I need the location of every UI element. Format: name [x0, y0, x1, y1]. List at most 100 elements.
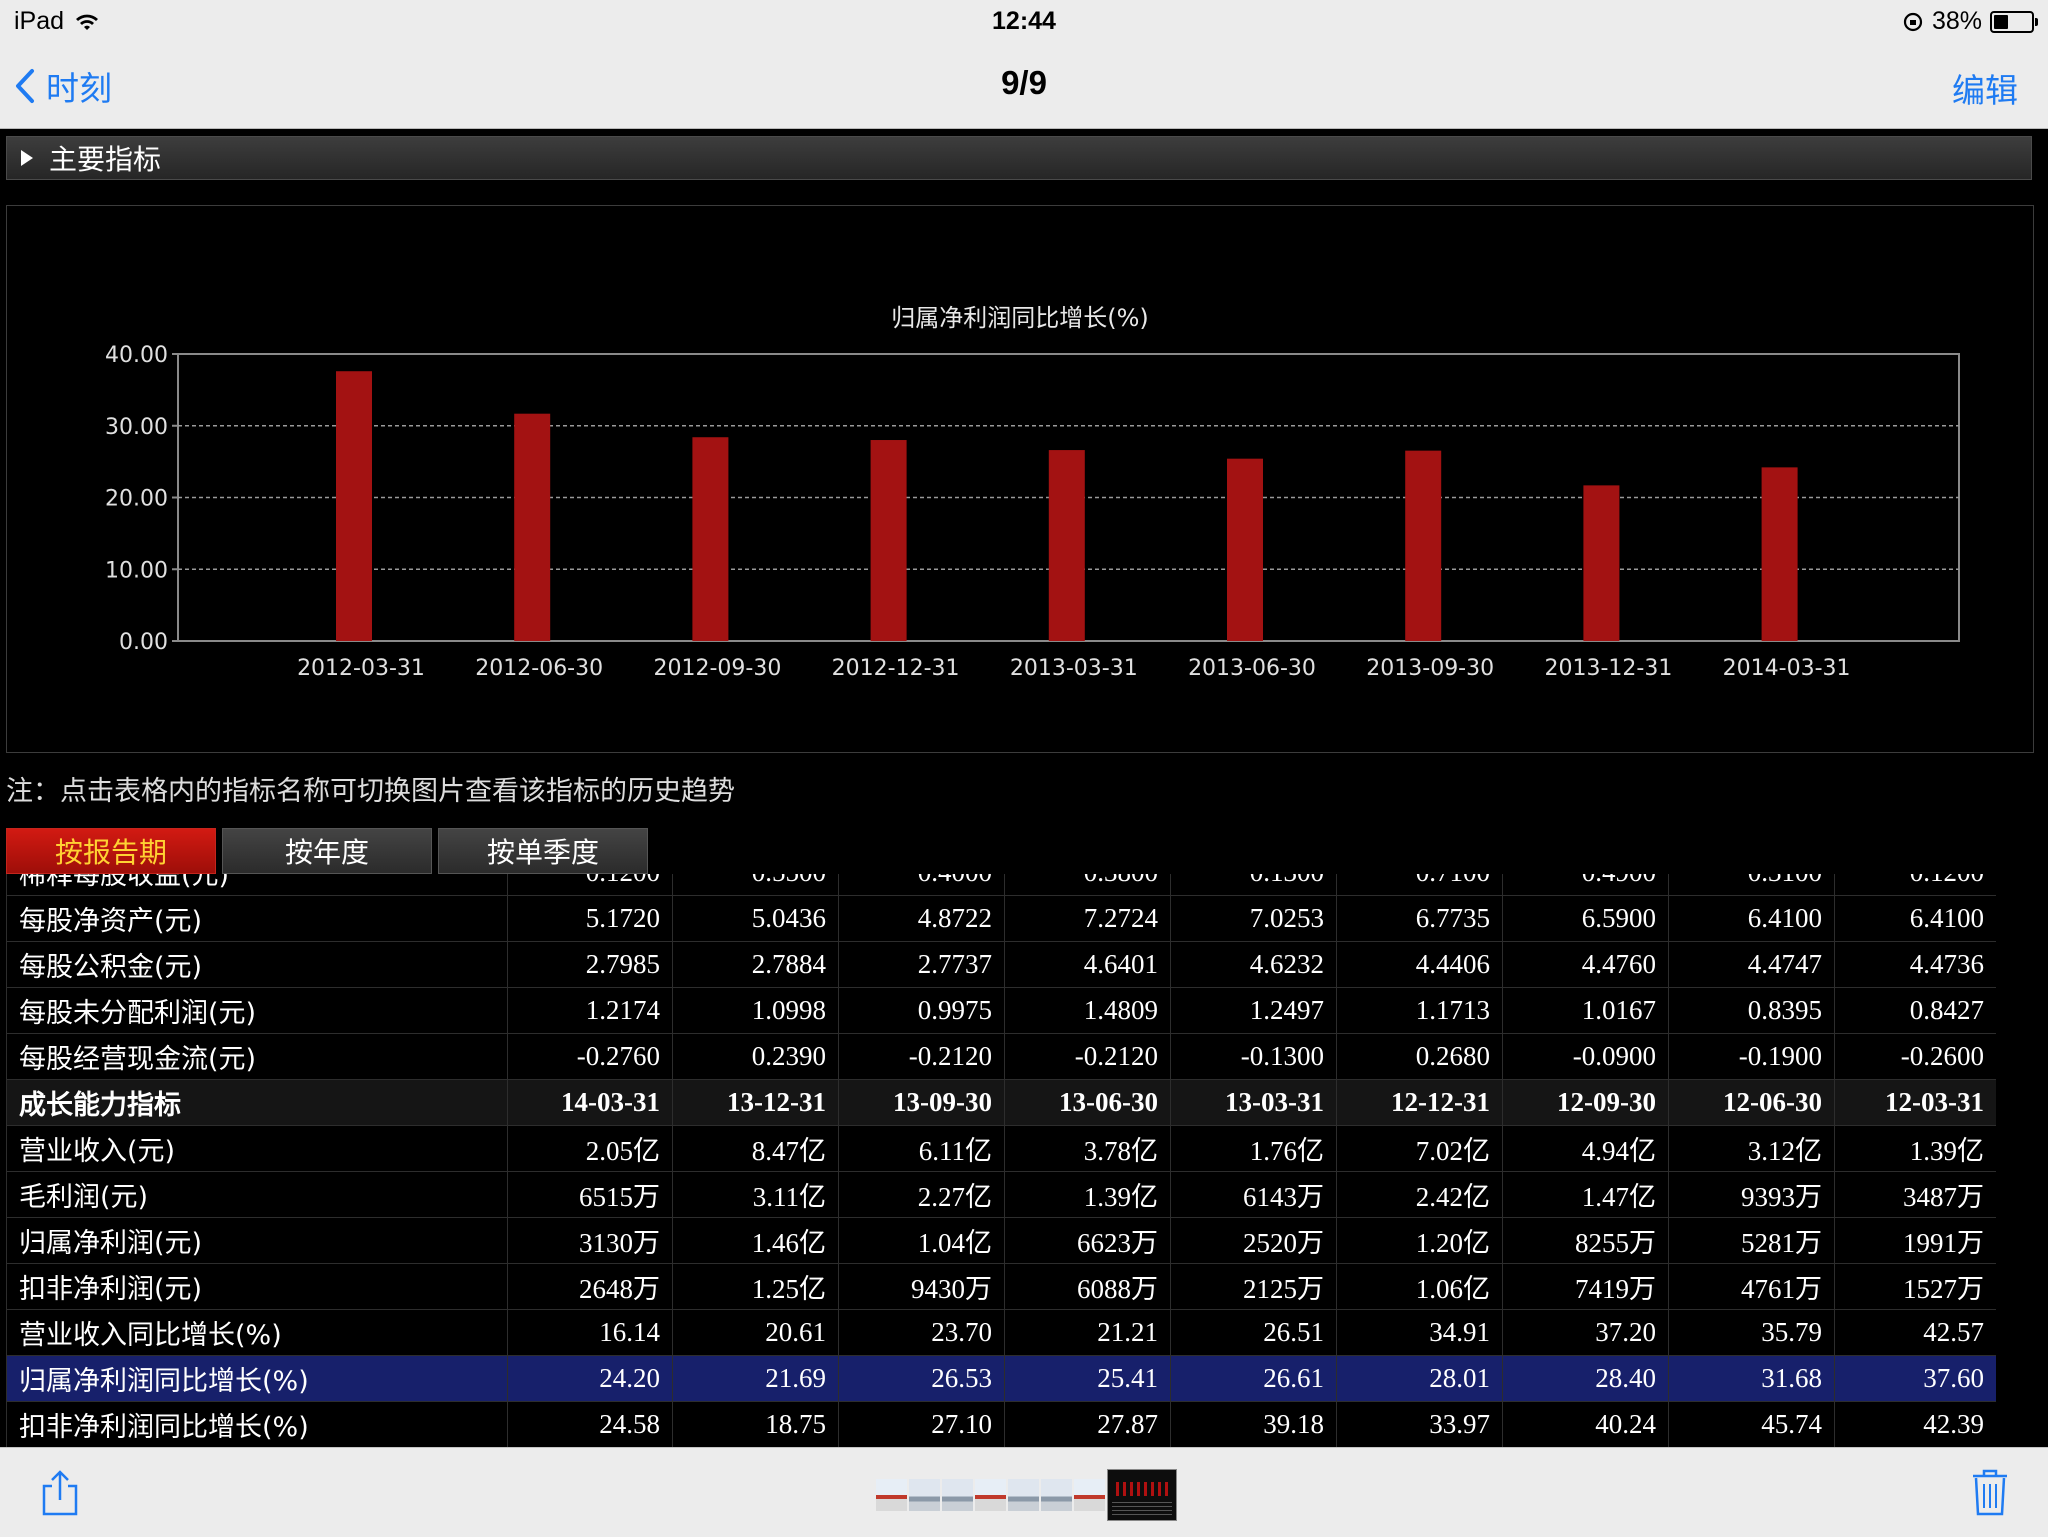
- table-row[interactable]: 每股净资产(元) 5.1720 5.0436 4.8722 7.2724 7.0253 6.…: [6, 895, 1996, 942]
- photo-thumbnail[interactable]: [1008, 1479, 1039, 1511]
- photo-thumbnail[interactable]: [942, 1479, 973, 1511]
- value-cell: 25.41: [1004, 1355, 1171, 1402]
- indicator-name-cell[interactable]: 每股净资产(元): [6, 895, 508, 942]
- value-cell: 0.8395: [1668, 987, 1835, 1034]
- section-title: 主要指标: [49, 143, 162, 176]
- battery-level: [1994, 14, 2008, 29]
- value-cell: 2.42亿: [1336, 1171, 1503, 1218]
- value-cell: 4.6401: [1004, 941, 1171, 988]
- value-cell: 0.8427: [1834, 987, 1996, 1034]
- photo-content: 主要指标 归属净利润同比增长(%) 0.00 10.00 20.00 30.00 40.0…: [0, 129, 2048, 1447]
- photo-thumbnail[interactable]: [909, 1479, 940, 1511]
- value-cell: 24.58: [507, 1401, 673, 1447]
- value-cell: 2.05亿: [507, 1125, 673, 1172]
- value-cell: 0.1300: [1170, 874, 1337, 896]
- value-cell: 1.04亿: [838, 1217, 1005, 1264]
- value-cell: 12-06-30: [1668, 1079, 1835, 1126]
- value-cell: 13-12-31: [672, 1079, 839, 1126]
- value-cell: 6.4100: [1668, 895, 1835, 942]
- edit-button[interactable]: 编辑: [1952, 64, 2018, 112]
- table-row[interactable]: 每股未分配利润(元) 1.2174 1.0998 0.9975 1.4809 1.2497…: [6, 987, 1996, 1034]
- value-cell: 0.9975: [838, 987, 1005, 1034]
- indicator-name-cell[interactable]: 营业收入同比增长(%): [6, 1309, 508, 1356]
- value-cell: 18.75: [672, 1401, 839, 1447]
- table-row[interactable]: 稀释每股收益(元)0.12000.55000.40000.38000.13000…: [6, 874, 1996, 896]
- indicator-name-cell[interactable]: 归属净利润(元): [6, 1217, 508, 1264]
- value-cell: 37.60: [1834, 1355, 1996, 1402]
- indicator-table: 稀释每股收益(元)0.12000.55000.40000.38000.13000…: [6, 874, 1996, 1447]
- value-cell: 35.79: [1668, 1309, 1835, 1356]
- indicator-name-cell[interactable]: 毛利润(元): [6, 1171, 508, 1218]
- table-row[interactable]: 扣非净利润(元) 2648万 1.25亿 9430万 6088万 2125万 1.06亿 74…: [6, 1263, 1996, 1310]
- indicator-name-cell[interactable]: 稀释每股收益(元): [6, 874, 508, 896]
- value-cell: 31.68: [1668, 1355, 1835, 1402]
- value-cell: 14-03-31: [507, 1079, 673, 1126]
- photo-thumbnail-current[interactable]: [1107, 1469, 1177, 1521]
- value-cell: 2.7884: [672, 941, 839, 988]
- table-row[interactable]: 每股公积金(元) 2.7985 2.7884 2.7737 4.6401 4.6232 4.…: [6, 941, 1996, 988]
- photo-thumbnail[interactable]: [1074, 1479, 1105, 1511]
- indicator-name-cell[interactable]: 归属净利润同比增长(%): [6, 1355, 508, 1402]
- y-tick-label: 10.00: [105, 558, 168, 583]
- x-tick-label: 2013-03-31: [1010, 656, 1138, 681]
- bar: [1048, 450, 1085, 641]
- value-cell: 8.47亿: [672, 1125, 839, 1172]
- page-title: 9/9: [1001, 64, 1047, 101]
- trash-icon[interactable]: [1970, 1466, 2010, 1518]
- table-section-header-row[interactable]: 成长能力指标 14-03-31 13-12-31 13-09-30 13-06-30 13…: [6, 1079, 1996, 1126]
- value-cell: 12-03-31: [1834, 1079, 1996, 1126]
- section-header-main-indicators[interactable]: 主要指标: [6, 136, 2032, 180]
- value-cell: 4761万: [1668, 1263, 1835, 1310]
- value-cell: 40.24: [1502, 1401, 1669, 1447]
- y-tick-label: 0.00: [119, 630, 168, 655]
- value-cell: 4.94亿: [1502, 1125, 1669, 1172]
- indicator-name-cell[interactable]: 每股未分配利润(元): [6, 987, 508, 1034]
- value-cell: 0.3100: [1668, 874, 1835, 896]
- value-cell: 20.61: [672, 1309, 839, 1356]
- photo-thumbnail[interactable]: [1041, 1479, 1072, 1511]
- value-cell: 6143万: [1170, 1171, 1337, 1218]
- value-cell: 24.20: [507, 1355, 673, 1402]
- table-row[interactable]: 营业收入同比增长(%) 16.14 20.61 23.70 21.21 26.51 34.9…: [6, 1309, 1996, 1356]
- photo-thumbnail[interactable]: [975, 1479, 1006, 1511]
- indicator-name-cell[interactable]: 每股经营现金流(元): [6, 1033, 508, 1080]
- value-cell: 7.0253: [1170, 895, 1337, 942]
- table-row[interactable]: 毛利润(元) 6515万 3.11亿 2.27亿 1.39亿 6143万 2.42亿 1.47…: [6, 1171, 1996, 1218]
- indicator-name-cell[interactable]: 每股公积金(元): [6, 941, 508, 988]
- nav-bar: 时刻 9/9 编辑: [0, 40, 2048, 129]
- value-cell: 6088万: [1004, 1263, 1171, 1310]
- value-cell: 7.02亿: [1336, 1125, 1503, 1172]
- hint-note: 注：点击表格内的指标名称可切换图片查看该指标的历史趋势: [6, 776, 735, 807]
- value-cell: 4.4747: [1668, 941, 1835, 988]
- bar: [692, 437, 729, 641]
- table-row[interactable]: 每股经营现金流(元) -0.2760 0.2390 -0.2120 -0.2120 -0.…: [6, 1033, 1996, 1080]
- value-cell: 6515万: [507, 1171, 673, 1218]
- value-cell: 27.87: [1004, 1401, 1171, 1447]
- value-cell: 1.0998: [672, 987, 839, 1034]
- table-row[interactable]: 营业收入(元) 2.05亿 8.47亿 6.11亿 3.78亿 1.76亿 7.02亿 4.9…: [6, 1125, 1996, 1172]
- value-cell: 6.7735: [1336, 895, 1503, 942]
- value-cell: 2125万: [1170, 1263, 1337, 1310]
- tab-by-quarter[interactable]: 按单季度: [438, 828, 648, 874]
- photo-thumbnail[interactable]: [876, 1479, 907, 1511]
- indicator-name-cell[interactable]: 扣非净利润同比增长(%): [6, 1401, 508, 1447]
- value-cell: 3.12亿: [1668, 1125, 1835, 1172]
- table-row[interactable]: 扣非净利润同比增长(%) 24.58 18.75 27.10 27.87 39.18 33.…: [6, 1401, 1996, 1447]
- value-cell: 5.1720: [507, 895, 673, 942]
- x-tick-label: 2013-12-31: [1544, 656, 1672, 681]
- indicator-name-cell[interactable]: 营业收入(元): [6, 1125, 508, 1172]
- value-cell: -0.1300: [1170, 1033, 1337, 1080]
- indicator-name-cell[interactable]: 扣非净利润(元): [6, 1263, 508, 1310]
- tab-by-year[interactable]: 按年度: [222, 828, 432, 874]
- value-cell: 33.97: [1336, 1401, 1503, 1447]
- value-cell: 1527万: [1834, 1263, 1996, 1310]
- bar: [870, 440, 907, 641]
- value-cell: 0.2390: [672, 1033, 839, 1080]
- table-row[interactable]: 归属净利润同比增长(%) 24.20 21.69 26.53 25.41 26.61 28.…: [6, 1355, 1996, 1402]
- battery-percent: 38%: [1931, 7, 1982, 35]
- table-row[interactable]: 归属净利润(元) 3130万 1.46亿 1.04亿 6623万 2520万 1.20亿 82…: [6, 1217, 1996, 1264]
- value-cell: 8255万: [1502, 1217, 1669, 1264]
- share-icon[interactable]: [38, 1468, 82, 1518]
- tab-by-report-period[interactable]: 按报告期: [6, 828, 216, 874]
- value-cell: 9393万: [1668, 1171, 1835, 1218]
